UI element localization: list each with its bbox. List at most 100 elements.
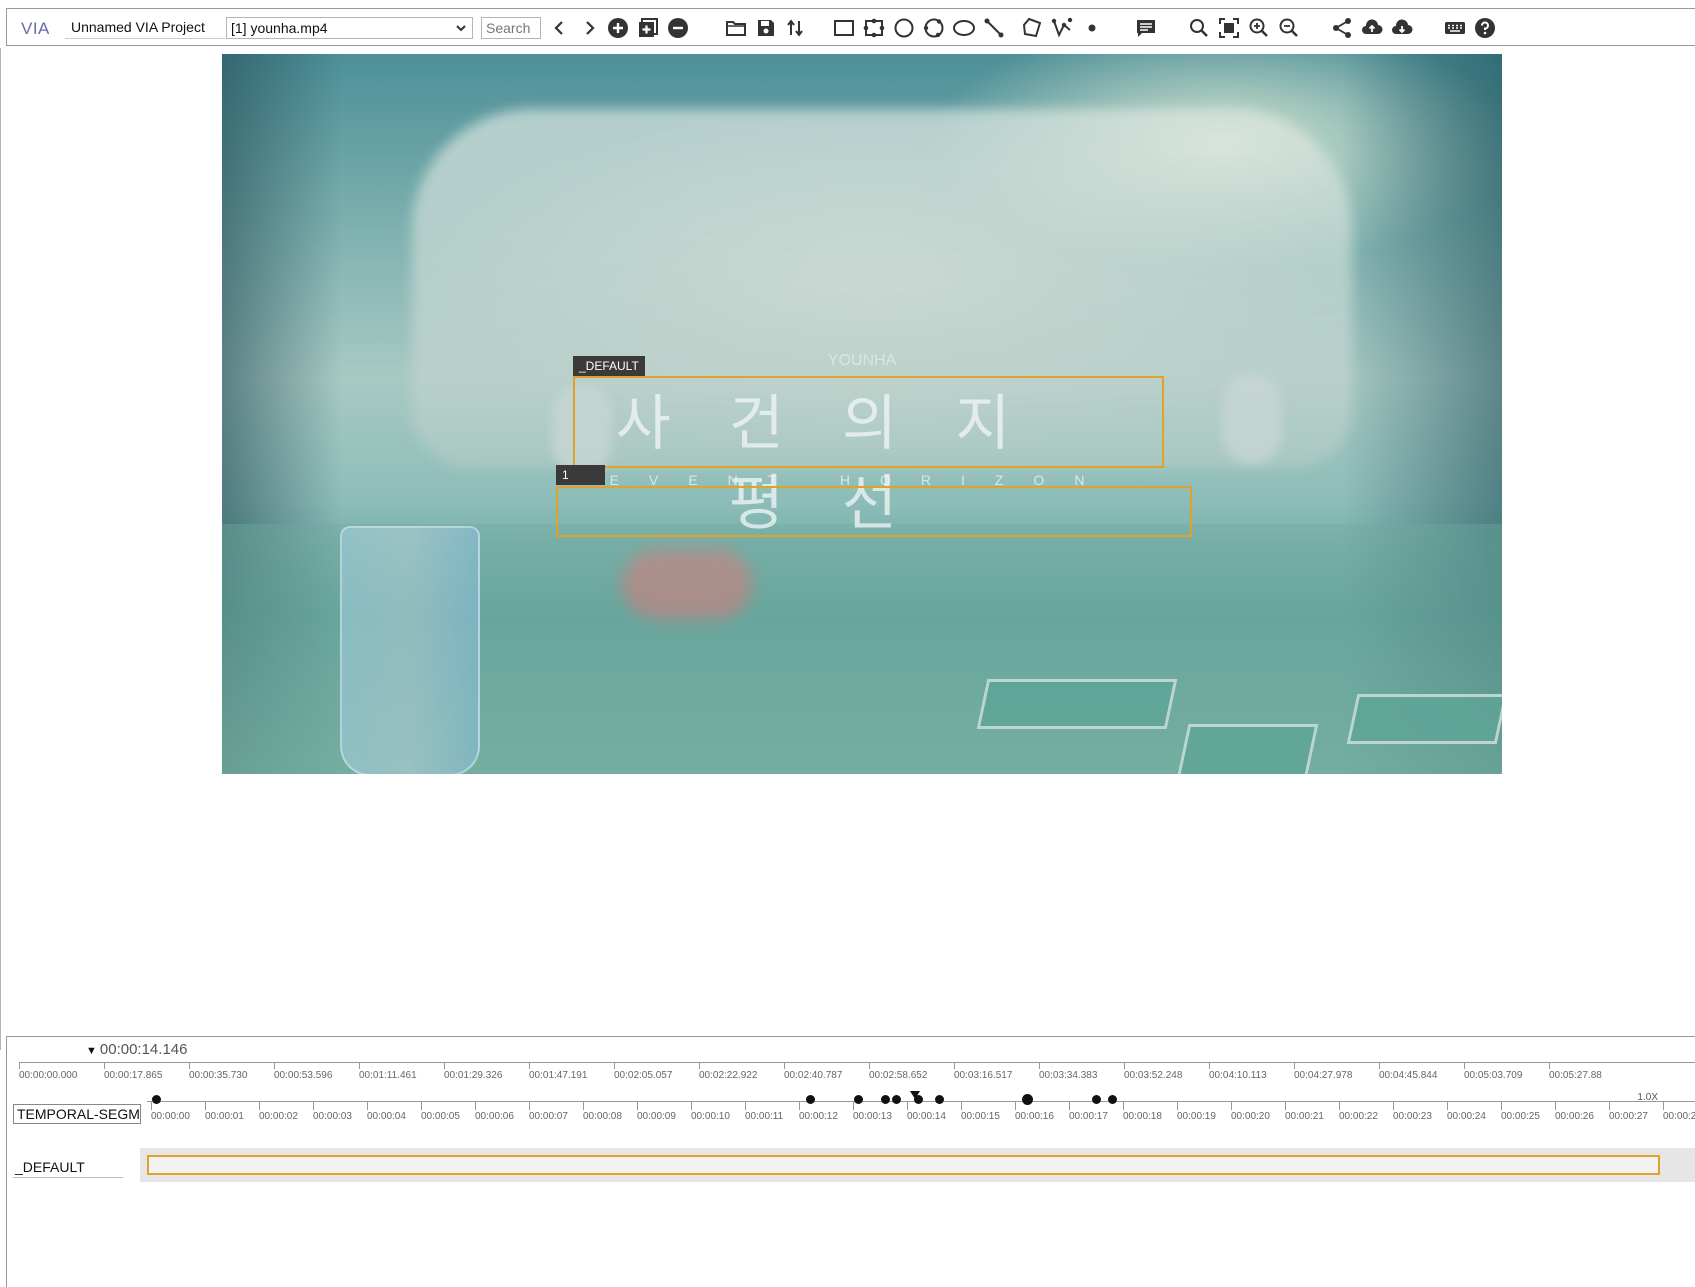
remove-file-icon[interactable] (666, 16, 690, 40)
zoom-axis-tick-label: 00:00:04 (367, 1111, 406, 1122)
add-multiple-files-icon[interactable] (636, 16, 660, 40)
add-file-icon[interactable] (606, 16, 630, 40)
temporal-segment[interactable] (147, 1155, 1660, 1175)
keyframe-marker[interactable] (152, 1095, 162, 1104)
zoom-axis-tick (1609, 1101, 1610, 1110)
playhead-marker-icon: ▼ (86, 1045, 97, 1057)
save-icon[interactable] (754, 16, 778, 40)
search-icon[interactable] (1187, 16, 1211, 40)
zoom-axis-tick (1015, 1101, 1016, 1110)
fit-screen-icon[interactable] (1217, 16, 1241, 40)
full-axis-tick-label: 00:00:35.730 (189, 1070, 248, 1081)
circle-icon[interactable] (892, 16, 916, 40)
point-icon[interactable] (1080, 16, 1104, 40)
zoomed-timeline-axis[interactable]: 1.0X 00:00:00 00:00:01 00:00:02 00:00:03 00:… (147, 1091, 1695, 1131)
zoom-axis-tick (1663, 1101, 1664, 1110)
chevron-left-icon[interactable] (548, 16, 572, 40)
polygon-icon[interactable] (1020, 16, 1044, 40)
keyframe-marker[interactable] (1108, 1095, 1118, 1104)
share-icon[interactable] (1330, 16, 1354, 40)
track-row-default: _DEFAULT (7, 1148, 1695, 1182)
zoom-axis-tick-label: 00:00:00 (151, 1111, 190, 1122)
zoom-axis-tick (799, 1101, 800, 1110)
zoom-axis-tick-label: 00:00:21 (1285, 1111, 1324, 1122)
keyboard-icon[interactable] (1443, 16, 1467, 40)
zoom-out-icon[interactable] (1277, 16, 1301, 40)
keyframe-marker[interactable] (892, 1095, 902, 1104)
zoom-axis-tick (745, 1101, 746, 1110)
playback-speed-label: 1.0X (1637, 1092, 1658, 1103)
full-axis-tick (869, 1062, 870, 1069)
full-axis-tick (1209, 1062, 1210, 1069)
zoom-axis-tick (529, 1101, 530, 1110)
extreme-circle-icon[interactable] (922, 16, 946, 40)
full-axis-tick-label: 00:02:58.652 (869, 1070, 928, 1081)
zoom-axis-tick (853, 1101, 854, 1110)
zoom-axis-tick-label: 00:00:16 (1015, 1111, 1054, 1122)
zoom-axis-tick (1393, 1101, 1394, 1110)
zoom-in-icon[interactable] (1247, 16, 1271, 40)
full-axis-tick-label: 00:03:52.248 (1124, 1070, 1183, 1081)
full-axis-tick (104, 1062, 105, 1069)
zoom-axis-tick-label: 00:00:09 (637, 1111, 676, 1122)
temporal-segments-button[interactable]: TEMPORAL-SEGMENTS (13, 1104, 141, 1124)
upload-cloud-icon[interactable] (1360, 16, 1384, 40)
full-axis-tick (954, 1062, 955, 1069)
zoom-axis-tick (313, 1101, 314, 1110)
zoom-axis-tick (1285, 1101, 1286, 1110)
region-label-default: _DEFAULT (573, 356, 645, 376)
rectangle-icon[interactable] (832, 16, 856, 40)
download-cloud-icon[interactable] (1390, 16, 1414, 40)
full-axis-tick (189, 1062, 190, 1069)
full-timeline-axis[interactable]: 00:00:00.000 00:00:17.865 00:00:35.730 00:0… (19, 1057, 1695, 1087)
playhead-marker[interactable] (909, 1091, 920, 1099)
current-time-value: 00:00:14.146 (99, 1041, 188, 1058)
annotation-comment-icon[interactable] (1134, 16, 1158, 40)
full-axis-tick-label: 00:00:00.000 (19, 1070, 78, 1081)
current-time-readout[interactable]: ▼ 00:00:14.146 (86, 1041, 187, 1058)
full-axis-tick (784, 1062, 785, 1069)
track-name-default[interactable]: _DEFAULT (13, 1156, 123, 1178)
video-frame[interactable]: YOUNHA 사건의지평선 EVENT HORIZON _DEFAULT 1 (222, 54, 1502, 774)
zoom-axis-tick-label: 00:00:15 (961, 1111, 1000, 1122)
full-axis-tick-label: 00:03:16.517 (954, 1070, 1013, 1081)
ellipse-icon[interactable] (952, 16, 976, 40)
region-box-1[interactable] (556, 486, 1192, 537)
annotation-canvas-area: YOUNHA 사건의지평선 EVENT HORIZON _DEFAULT 1 (0, 48, 1695, 1050)
zoom-axis-tick (691, 1101, 692, 1110)
chevron-right-icon[interactable] (577, 16, 601, 40)
zoom-axis-tick (1231, 1101, 1232, 1110)
file-select-dropdown[interactable]: [1] younha.mp4 (226, 17, 473, 39)
zoom-axis-tick (1501, 1101, 1502, 1110)
region-box-default[interactable] (573, 376, 1164, 468)
open-folder-icon[interactable] (724, 16, 748, 40)
search-input[interactable]: Search (481, 17, 541, 39)
keyframe-marker[interactable] (1021, 1094, 1033, 1105)
project-name-input[interactable]: Unnamed VIA Project (65, 17, 225, 39)
zoom-axis-tick (1177, 1101, 1178, 1110)
video-scene-tile (1175, 724, 1319, 774)
polyline-icon[interactable] (1050, 16, 1074, 40)
full-axis-tick (1039, 1062, 1040, 1069)
keyframe-marker[interactable] (935, 1095, 945, 1104)
full-axis-tick-label: 00:04:10.113 (1209, 1070, 1267, 1081)
keyframe-marker[interactable] (805, 1095, 815, 1104)
full-axis-tick (1549, 1062, 1550, 1069)
line-icon[interactable] (982, 16, 1006, 40)
video-credit-text: YOUNHA (827, 352, 897, 369)
full-axis-tick (274, 1062, 275, 1069)
import-export-icon[interactable] (783, 16, 807, 40)
extreme-rectangle-icon[interactable] (862, 16, 886, 40)
zoom-axis-tick (1123, 1101, 1124, 1110)
keyframe-marker[interactable] (854, 1095, 864, 1104)
video-timeline-panel: ▼ 00:00:14.146 00:00:00.000 00:00:17.865 00… (6, 1036, 1695, 1287)
keyframe-marker[interactable] (881, 1095, 891, 1104)
video-scene-tile (976, 679, 1178, 729)
zoom-axis-tick (1447, 1101, 1448, 1110)
zoom-axis-tick (583, 1101, 584, 1110)
full-axis-tick-label: 00:01:11.461 (359, 1070, 417, 1081)
full-axis-tick-label: 00:05:03.709 (1464, 1070, 1523, 1081)
full-axis-tick-label: 00:02:40.787 (784, 1070, 843, 1081)
help-icon[interactable] (1473, 16, 1497, 40)
keyframe-marker[interactable] (1092, 1095, 1101, 1104)
